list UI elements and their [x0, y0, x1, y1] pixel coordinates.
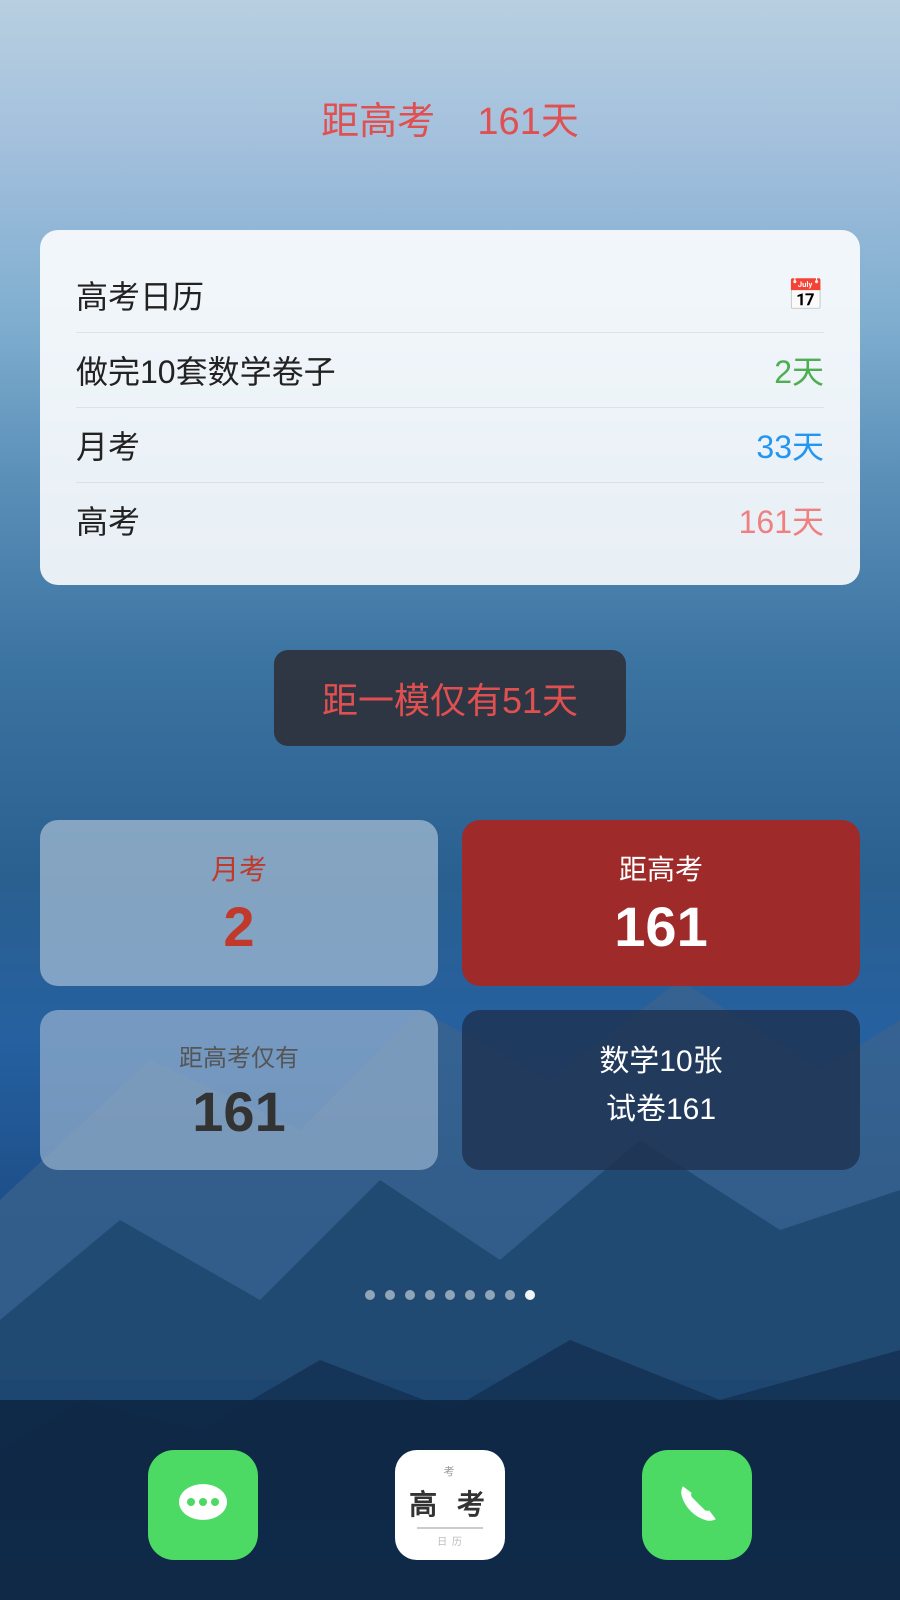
widget-gaokao2[interactable]: 距高考仅有 161: [40, 1010, 438, 1171]
card-row-math-value: 2天: [774, 347, 824, 393]
dot-4: [425, 1290, 435, 1300]
dot-3: [405, 1290, 415, 1300]
dock-phone-icon[interactable]: [642, 1450, 752, 1560]
gaokao-app-divider: [417, 1527, 483, 1529]
card-row-gaokao-label: 高考: [76, 497, 140, 543]
card-row-gaokao: 高考 161天: [76, 482, 824, 557]
widget-gaokao-number: 161: [614, 896, 707, 958]
banner: 距一模仅有51天: [274, 650, 626, 746]
widget-gaokao-label: 距高考: [619, 848, 703, 888]
banner-text: 距一模仅有51天: [322, 680, 578, 721]
dock-gaokao-app-icon[interactable]: 考 高 考 日 历: [395, 1450, 505, 1560]
top-countdown: 距高考 161天: [0, 90, 900, 145]
widget-gaokao[interactable]: 距高考 161: [462, 820, 860, 986]
top-countdown-spacer: [446, 101, 467, 143]
gaokao-app-chars: 高 考: [409, 1483, 491, 1523]
card-row-yuekao-value: 33天: [756, 422, 824, 468]
card-row-math-label: 做完10套数学卷子: [76, 347, 336, 393]
dot-2: [385, 1290, 395, 1300]
widget-math-label: 数学10张 试卷161: [599, 1038, 722, 1134]
gaokao-app-top-line: 考: [443, 1463, 456, 1479]
top-countdown-value: 161天: [477, 101, 578, 143]
calendar-card: 高考日历 📅 做完10套数学卷子 2天 月考 33天 高考 161天: [40, 230, 860, 585]
widget-yuekao-number: 2: [223, 896, 254, 958]
calendar-icon: 📅: [788, 277, 824, 313]
card-row-yuekao-label: 月考: [76, 422, 140, 468]
top-countdown-prefix: 距高考: [321, 101, 435, 143]
widget-math[interactable]: 数学10张 试卷161: [462, 1010, 860, 1171]
dock: 考 高 考 日 历: [0, 1450, 900, 1560]
card-title: 高考日历: [76, 272, 204, 318]
dot-7: [485, 1290, 495, 1300]
widget-gaokao2-number: 161: [192, 1081, 285, 1143]
dot-1: [365, 1290, 375, 1300]
card-title-row: 高考日历 📅: [76, 258, 824, 332]
dot-5: [445, 1290, 455, 1300]
card-row-gaokao-value: 161天: [739, 497, 824, 543]
widget-grid: 月考 2 距高考 161 距高考仅有 161 数学10张 试卷161: [40, 820, 860, 1170]
dot-8: [505, 1290, 515, 1300]
gaokao-app-sub: 日 历: [437, 1533, 463, 1548]
dot-6: [465, 1290, 475, 1300]
dot-9: [525, 1290, 535, 1300]
widget-yuekao-label: 月考: [211, 848, 267, 888]
message-bubble-icon: [173, 1475, 233, 1535]
widget-yuekao[interactable]: 月考 2: [40, 820, 438, 986]
card-row-math: 做完10套数学卷子 2天: [76, 332, 824, 407]
phone-icon: [669, 1477, 725, 1533]
card-row-yuekao: 月考 33天: [76, 407, 824, 482]
widget-gaokao2-label: 距高考仅有: [179, 1038, 299, 1073]
dock-messages-icon[interactable]: [148, 1450, 258, 1560]
page-dots: [0, 1290, 900, 1300]
